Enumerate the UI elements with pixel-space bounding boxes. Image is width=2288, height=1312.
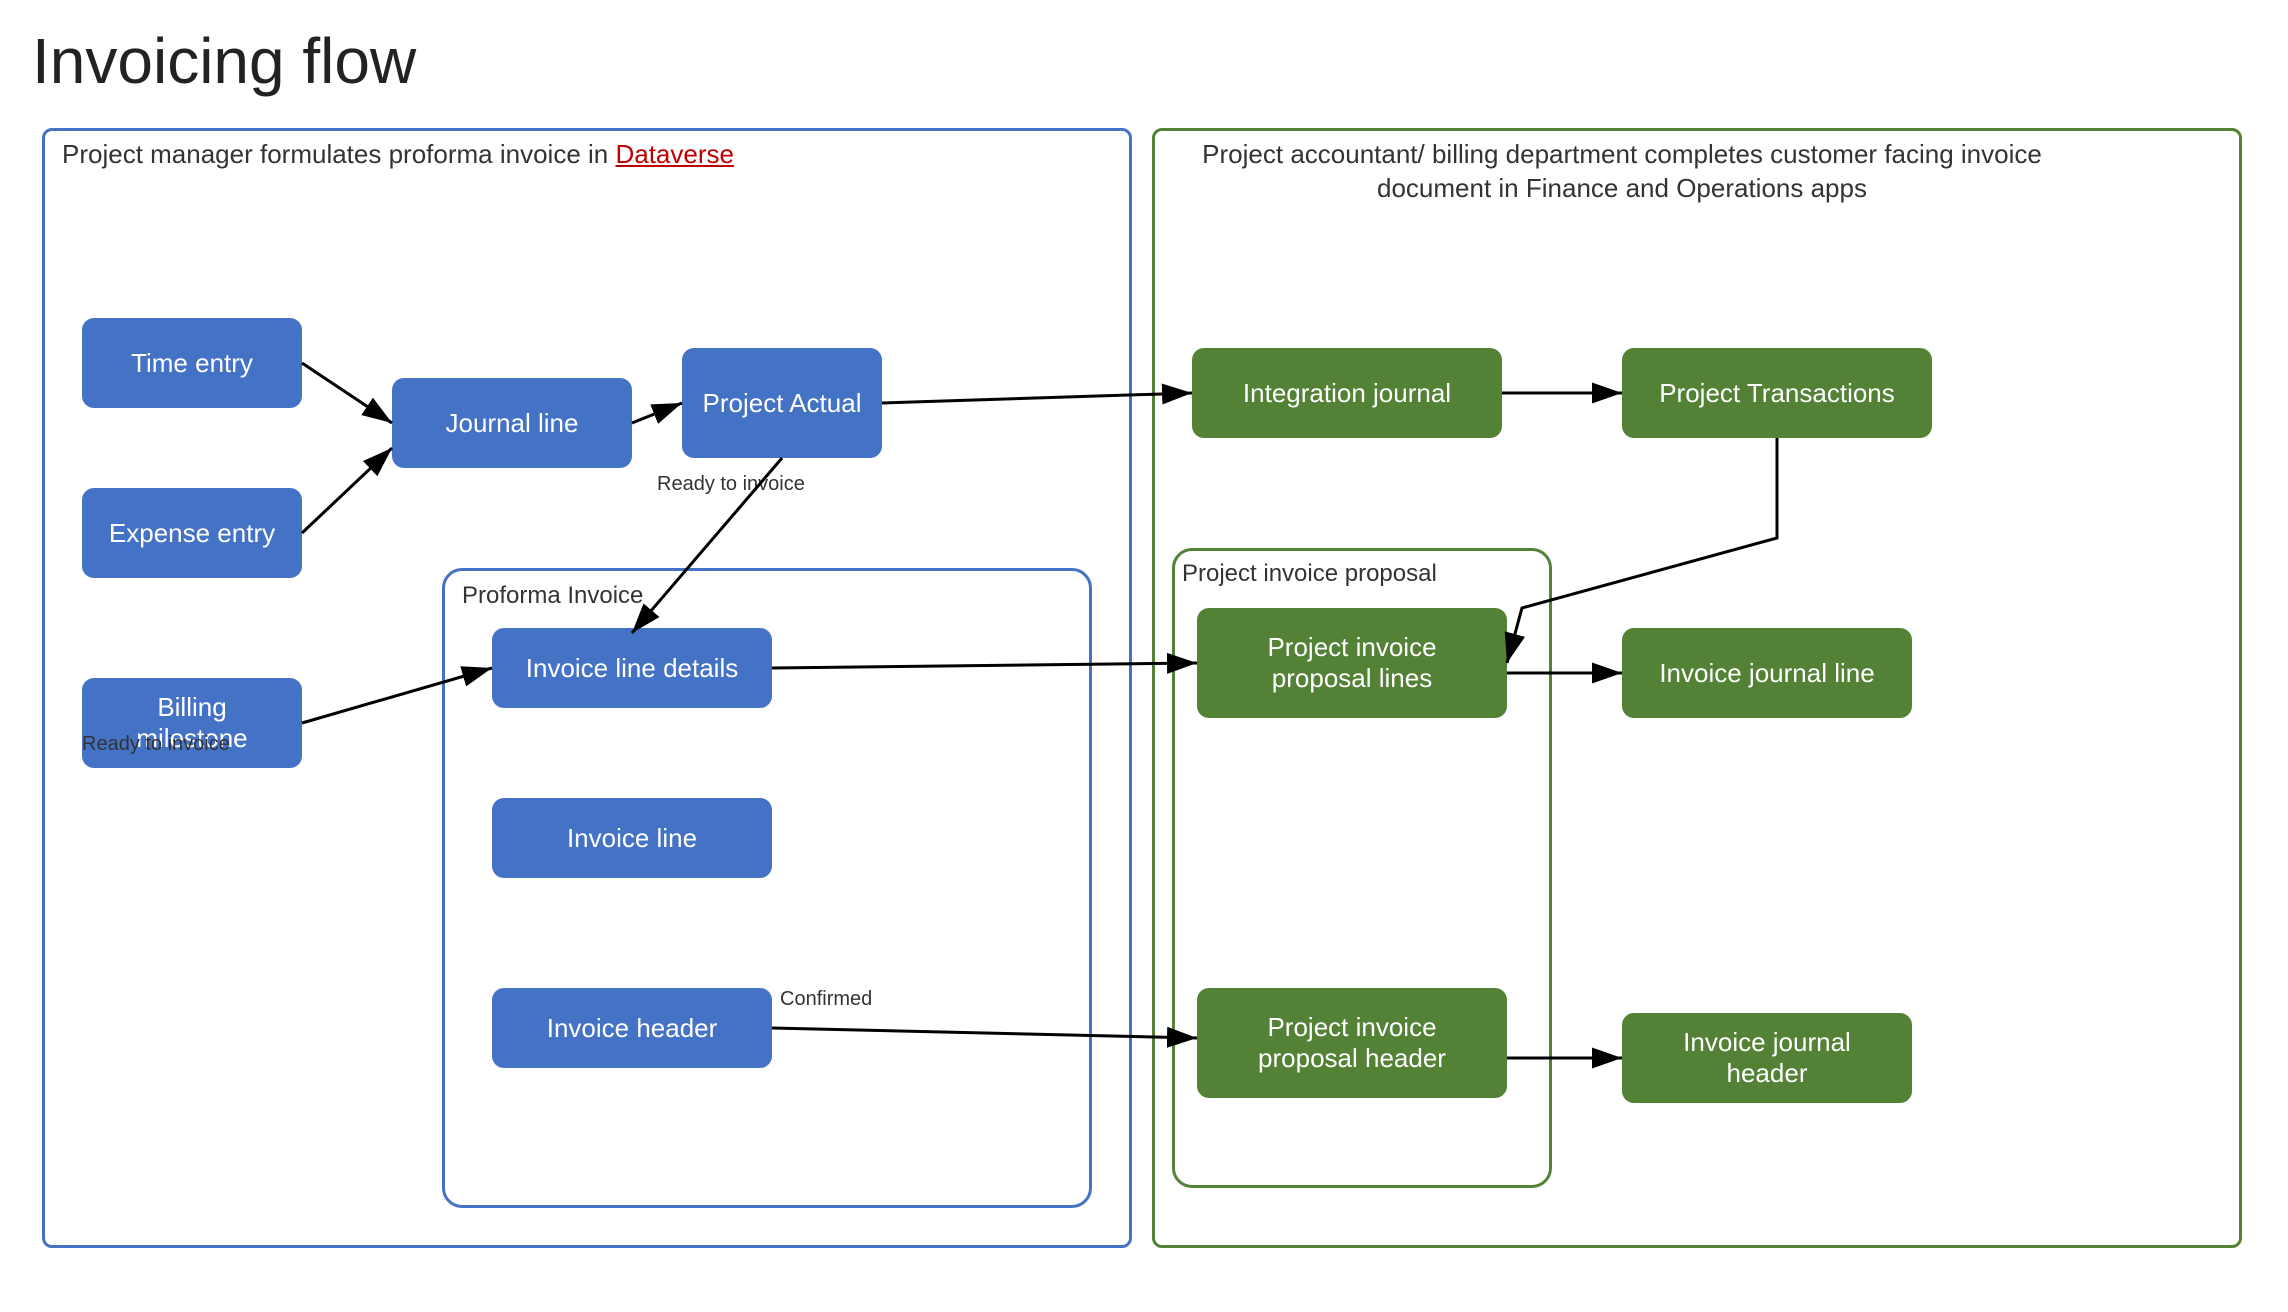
invoice-journal-line-box: Invoice journal line [1622,628,1912,718]
proforma-label: Proforma Invoice [462,580,643,611]
project-actual-box: Project Actual [682,348,882,458]
dataverse-link[interactable]: Dataverse [615,139,734,169]
time-entry-box: Time entry [82,318,302,408]
diagram: Project manager formulates proforma invo… [32,118,2256,1288]
integration-journal-box: Integration journal [1192,348,1502,438]
left-panel-label: Project manager formulates proforma invo… [62,138,762,172]
invoice-journal-header-box: Invoice journal header [1622,1013,1912,1103]
ready-to-invoice-label-1: Ready to invoice [657,473,805,496]
invoice-header-box: Invoice header [492,988,772,1068]
proposal-label: Project invoice proposal [1182,558,1437,589]
invoice-line-box: Invoice line [492,798,772,878]
page-title: Invoicing flow [32,24,2256,98]
project-invoice-proposal-header-box: Project invoice proposal header [1197,988,1507,1098]
ready-to-invoice-label-2: Ready to invoice [82,733,230,756]
confirmed-label: Confirmed [780,988,872,1011]
right-panel-label: Project accountant/ billing department c… [1172,138,2072,206]
expense-entry-box: Expense entry [82,488,302,578]
project-invoice-proposal-lines-box: Project invoice proposal lines [1197,608,1507,718]
journal-line-box: Journal line [392,378,632,468]
project-transactions-box: Project Transactions [1622,348,1932,438]
invoice-line-details-box: Invoice line details [492,628,772,708]
